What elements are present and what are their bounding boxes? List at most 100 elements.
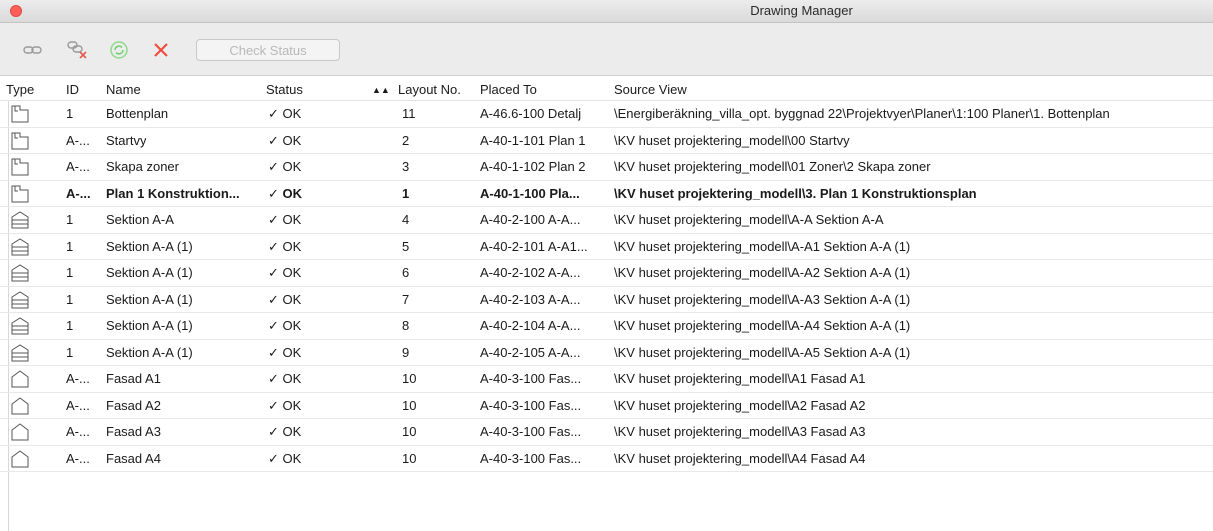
refresh-icon[interactable] (106, 37, 132, 63)
row-placed-to: A-40-3-100 Fas... (480, 424, 582, 439)
table-row[interactable]: 1 Sektion A-A (1) ✓ OK 7 A-40-2-103 A-A... \K… (0, 287, 1213, 313)
row-source-view: \KV huset projektering_modell\A4 Fasad A… (614, 450, 866, 466)
column-header-status[interactable]: Status (266, 82, 303, 97)
table-row[interactable]: 1 Sektion A-A (1) ✓ OK 6 A-40-2-102 A-A... \K… (0, 260, 1213, 287)
row-id: 1 (66, 212, 74, 227)
section-icon (10, 343, 30, 362)
row-id: 1 (66, 318, 74, 333)
row-source-view: \KV huset projektering_modell\A1 Fasad A… (614, 371, 866, 386)
row-id: A-... (66, 397, 90, 413)
row-placed-to: A-40-1-101 Plan 1 (480, 132, 586, 148)
row-status: ✓ OK (268, 424, 302, 439)
row-placed-to: A-40-2-100 A-A... (480, 212, 581, 227)
row-id: A-... (66, 371, 90, 386)
row-id: 1 (66, 291, 74, 307)
row-status: ✓ OK (268, 450, 302, 466)
row-source-view: \KV huset projektering_modell\A-A2 Sekti… (614, 265, 911, 280)
row-status: ✓ OK (268, 238, 302, 254)
floor-plan-icon (10, 185, 30, 203)
table-row[interactable]: A-... Plan 1 Konstruktion... ✓ OK 1 A-40-1-1… (0, 181, 1213, 207)
row-id: A-... (66, 450, 90, 466)
row-placed-to: A-40-2-103 A-A... (480, 291, 581, 307)
sort-ascending-icon: ▲▲ (372, 85, 390, 95)
row-layout-number: 10 (402, 371, 417, 386)
row-placed-to: A-40-1-100 Pla... (480, 185, 580, 201)
column-header-name[interactable]: Name (106, 82, 141, 97)
section-icon (10, 264, 30, 282)
row-placed-to: A-40-3-100 Fas... (480, 450, 582, 466)
row-source-view: \KV huset projektering_modell\A-A4 Sekti… (614, 318, 911, 333)
row-layout-number: 5 (402, 238, 410, 254)
floor-plan-icon (10, 132, 30, 150)
table-row[interactable]: 1 Bottenplan ✓ OK 11 A-46.6-100 Detalj \Energ… (0, 101, 1213, 128)
row-status: ✓ OK (268, 291, 302, 307)
column-header-placed-to[interactable]: Placed To (480, 82, 537, 97)
row-id: 1 (66, 106, 74, 121)
table-row[interactable]: 1 Sektion A-A (1) ✓ OK 5 A-40-2-101 A-A1... \… (0, 234, 1213, 260)
window-title: Drawing Manager (750, 3, 853, 18)
column-header-id[interactable]: ID (66, 82, 79, 97)
row-status: ✓ OK (268, 344, 302, 360)
table-row[interactable]: A-... Fasad A3 ✓ OK 10 A-40-3-100 Fas... \KV … (0, 419, 1213, 446)
row-layout-number: 10 (402, 424, 417, 439)
row-name: Fasad A3 (106, 424, 161, 439)
row-source-view: \KV huset projektering_modell\A2 Fasad A… (614, 397, 866, 413)
drawings-table: Type ID Name Status ▲▲ Layout No. Placed… (0, 78, 1213, 472)
row-name: Fasad A2 (106, 397, 161, 413)
elevation-icon (10, 449, 30, 468)
section-icon (10, 317, 30, 335)
table-row[interactable]: A-... Startvy ✓ OK 2 A-40-1-101 Plan 1 \KV hu… (0, 128, 1213, 154)
row-name: Skapa zoner (106, 159, 179, 174)
unlink-icon[interactable] (64, 37, 90, 63)
table-row[interactable]: 1 Sektion A-A ✓ OK 4 A-40-2-100 A-A... \KV hu… (0, 207, 1213, 234)
column-header-source-view[interactable]: Source View (614, 82, 687, 97)
row-placed-to: A-40-2-105 A-A... (480, 344, 581, 360)
row-name: Fasad A4 (106, 450, 161, 466)
floor-plan-icon (10, 158, 30, 176)
link-icon[interactable] (20, 37, 46, 63)
row-status: ✓ OK (268, 318, 302, 333)
row-status: ✓ OK (268, 106, 302, 121)
row-id: 1 (66, 344, 74, 360)
row-layout-number: 1 (402, 185, 410, 201)
row-source-view: \KV huset projektering_modell\00 Startvy (614, 132, 850, 148)
delete-icon[interactable] (148, 37, 174, 63)
table-body: 1 Bottenplan ✓ OK 11 A-46.6-100 Detalj \Energ… (0, 101, 1213, 472)
drawing-manager-window: Drawing Manager Check Status Type ID Nam… (0, 0, 1213, 531)
table-row[interactable]: 1 Sektion A-A (1) ✓ OK 9 A-40-2-105 A-A... \K… (0, 340, 1213, 366)
table-row[interactable]: A-... Fasad A1 ✓ OK 10 A-40-3-100 Fas... \KV … (0, 366, 1213, 393)
column-header-type[interactable]: Type (6, 82, 34, 97)
row-name: Sektion A-A (1) (106, 265, 193, 280)
row-name: Startvy (106, 132, 147, 148)
row-name: Sektion A-A (1) (106, 318, 193, 333)
row-status: ✓ OK (268, 212, 302, 227)
row-name: Sektion A-A (1) (106, 344, 193, 360)
row-source-view: \KV huset projektering_modell\A-A1 Sekti… (614, 238, 911, 254)
floor-plan-icon (10, 105, 30, 123)
row-layout-number: 11 (402, 106, 416, 121)
row-id: A-... (66, 185, 91, 201)
row-layout-number: 7 (402, 291, 410, 307)
row-source-view: \KV huset projektering_modell\A-A3 Sekti… (614, 291, 911, 307)
check-status-button[interactable]: Check Status (196, 39, 340, 61)
row-placed-to: A-40-3-100 Fas... (480, 371, 582, 386)
row-layout-number: 9 (402, 344, 410, 360)
row-name: Plan 1 Konstruktion... (106, 185, 240, 201)
row-id: A-... (66, 132, 90, 148)
column-header-layout[interactable]: Layout No. (398, 82, 461, 97)
row-name: Bottenplan (106, 106, 169, 121)
table-row[interactable]: 1 Sektion A-A (1) ✓ OK 8 A-40-2-104 A-A... \K… (0, 313, 1213, 340)
row-placed-to: A-40-2-104 A-A... (480, 318, 581, 333)
row-name: Sektion A-A (1) (106, 238, 193, 254)
row-name: Sektion A-A (106, 212, 174, 227)
row-layout-number: 6 (402, 265, 410, 280)
section-icon (10, 237, 30, 256)
elevation-icon (10, 423, 30, 441)
table-row[interactable]: A-... Fasad A4 ✓ OK 10 A-40-3-100 Fas... \KV … (0, 446, 1213, 472)
row-source-view: \KV huset projektering_modell\3. Plan 1 … (614, 185, 977, 201)
table-row[interactable]: A-... Fasad A2 ✓ OK 10 A-40-3-100 Fas... \KV … (0, 393, 1213, 419)
table-row[interactable]: A-... Skapa zoner ✓ OK 3 A-40-1-102 Plan 2 \K… (0, 154, 1213, 181)
row-source-view: \KV huset projektering_modell\A-A5 Sekti… (614, 344, 911, 360)
elevation-icon (10, 396, 30, 415)
row-placed-to: A-46.6-100 Detalj (480, 106, 582, 121)
